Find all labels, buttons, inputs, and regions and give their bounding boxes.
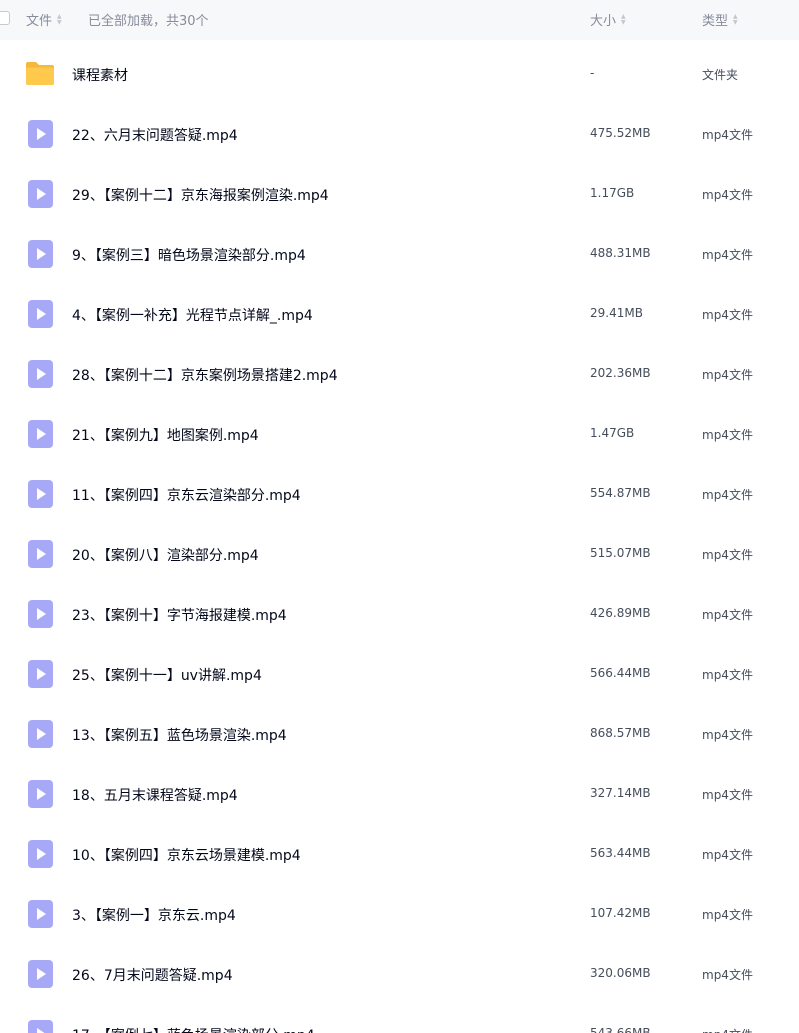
file-size: 202.36MB	[590, 366, 651, 380]
file-name[interactable]: 20、【案例八】渲染部分.mp4	[72, 545, 259, 565]
video-file-icon	[28, 900, 53, 928]
file-size: 563.44MB	[590, 846, 651, 860]
file-name[interactable]: 21、【案例九】地图案例.mp4	[72, 425, 259, 445]
file-name[interactable]: 4、【案例一补充】光程节点详解_.mp4	[72, 305, 313, 325]
file-name[interactable]: 18、五月末课程答疑.mp4	[72, 785, 238, 805]
file-type: mp4文件	[702, 848, 753, 862]
file-row[interactable]: 26、7月末问题答疑.mp4 320.06MB mp4文件	[0, 944, 799, 1004]
file-size: 1.47GB	[590, 426, 635, 440]
video-file-icon	[28, 960, 53, 988]
file-size: 475.52MB	[590, 126, 651, 140]
file-type: mp4文件	[702, 548, 753, 562]
column-header-type-label: 类型	[702, 14, 729, 29]
file-row[interactable]: 28、【案例十二】京东案例场景搭建2.mp4 202.36MB mp4文件	[0, 344, 799, 404]
column-header-type[interactable]: 类型 ▲ ▼	[702, 10, 738, 29]
file-row[interactable]: 22、六月末问题答疑.mp4 475.52MB mp4文件	[0, 104, 799, 164]
video-file-icon	[28, 780, 53, 808]
video-file-icon	[28, 360, 53, 388]
file-row[interactable]: 课程素材 - 文件夹	[0, 44, 799, 104]
file-name[interactable]: 29、【案例十二】京东海报案例渲染.mp4	[72, 185, 329, 205]
select-all-checkbox[interactable]	[0, 11, 10, 25]
file-row[interactable]: 10、【案例四】京东云场景建模.mp4 563.44MB mp4文件	[0, 824, 799, 884]
file-type: mp4文件	[702, 428, 753, 442]
file-type: 文件夹	[702, 68, 739, 82]
file-type: mp4文件	[702, 188, 753, 202]
video-file-icon	[28, 240, 53, 268]
sort-icon: ▲ ▼	[733, 12, 738, 26]
file-size: 868.57MB	[590, 726, 651, 740]
file-row[interactable]: 21、【案例九】地图案例.mp4 1.47GB mp4文件	[0, 404, 799, 464]
folder-icon	[25, 61, 55, 86]
file-size: 320.06MB	[590, 966, 651, 980]
file-name[interactable]: 22、六月末问题答疑.mp4	[72, 125, 238, 145]
file-type: mp4文件	[702, 668, 753, 682]
column-header-name[interactable]: 文件 ▲ ▼	[26, 10, 62, 29]
file-type: mp4文件	[702, 788, 753, 802]
file-type: mp4文件	[702, 608, 753, 622]
column-header-size-label: 大小	[590, 14, 617, 29]
file-type: mp4文件	[702, 488, 753, 502]
file-row[interactable]: 20、【案例八】渲染部分.mp4 515.07MB mp4文件	[0, 524, 799, 584]
video-file-icon	[28, 840, 53, 868]
file-name[interactable]: 26、7月末问题答疑.mp4	[72, 965, 233, 985]
column-header-size[interactable]: 大小 ▲ ▼	[590, 10, 626, 29]
file-name[interactable]: 23、【案例十】字节海报建模.mp4	[72, 605, 287, 625]
file-size: 488.31MB	[590, 246, 651, 260]
file-name[interactable]: 25、【案例十一】uv讲解.mp4	[72, 665, 262, 685]
video-file-icon	[28, 480, 53, 508]
video-file-icon	[28, 600, 53, 628]
file-row[interactable]: 18、五月末课程答疑.mp4 327.14MB mp4文件	[0, 764, 799, 824]
file-size: 543.66MB	[590, 1026, 651, 1033]
video-file-icon	[28, 420, 53, 448]
video-file-icon	[28, 540, 53, 568]
file-row[interactable]: 29、【案例十二】京东海报案例渲染.mp4 1.17GB mp4文件	[0, 164, 799, 224]
file-type: mp4文件	[702, 1026, 753, 1033]
file-row[interactable]: 3、【案例一】京东云.mp4 107.42MB mp4文件	[0, 884, 799, 944]
video-file-icon	[28, 180, 53, 208]
file-type: mp4文件	[702, 128, 753, 142]
file-type: mp4文件	[702, 908, 753, 922]
file-type: mp4文件	[702, 728, 753, 742]
file-name[interactable]: 9、【案例三】暗色场景渲染部分.mp4	[72, 245, 306, 265]
video-file-icon	[28, 300, 53, 328]
file-list-header: 文件 ▲ ▼ 已全部加载，共30个 大小 ▲ ▼ 类型 ▲ ▼	[0, 0, 799, 40]
file-name[interactable]: 10、【案例四】京东云场景建模.mp4	[72, 845, 301, 865]
sort-icon: ▲ ▼	[57, 12, 62, 26]
file-name[interactable]: 17、【案例七】蓝色场景渲染部分.mp4	[72, 1025, 315, 1033]
file-name[interactable]: 11、【案例四】京东云渲染部分.mp4	[72, 485, 301, 505]
file-type: mp4文件	[702, 308, 753, 322]
file-size: -	[590, 66, 595, 80]
file-size: 515.07MB	[590, 546, 651, 560]
file-size: 327.14MB	[590, 786, 651, 800]
file-type: mp4文件	[702, 368, 753, 382]
load-status-text: 已全部加载，共30个	[88, 14, 209, 29]
file-row[interactable]: 4、【案例一补充】光程节点详解_.mp4 29.41MB mp4文件	[0, 284, 799, 344]
file-type: mp4文件	[702, 968, 753, 982]
file-row[interactable]: 9、【案例三】暗色场景渲染部分.mp4 488.31MB mp4文件	[0, 224, 799, 284]
file-row[interactable]: 13、【案例五】蓝色场景渲染.mp4 868.57MB mp4文件	[0, 704, 799, 764]
file-type: mp4文件	[702, 248, 753, 262]
file-size: 29.41MB	[590, 306, 643, 320]
video-file-icon	[28, 660, 53, 688]
file-name[interactable]: 28、【案例十二】京东案例场景搭建2.mp4	[72, 365, 338, 385]
file-name[interactable]: 课程素材	[72, 65, 128, 85]
file-name[interactable]: 3、【案例一】京东云.mp4	[72, 905, 236, 925]
file-list-page: 文件 ▲ ▼ 已全部加载，共30个 大小 ▲ ▼ 类型 ▲ ▼ 课程素材 - 文件夹 22、…	[0, 0, 799, 1033]
file-size: 1.17GB	[590, 186, 635, 200]
file-name[interactable]: 13、【案例五】蓝色场景渲染.mp4	[72, 725, 287, 745]
video-file-icon	[28, 1020, 53, 1033]
column-header-name-label: 文件	[26, 14, 53, 29]
file-row[interactable]: 11、【案例四】京东云渲染部分.mp4 554.87MB mp4文件	[0, 464, 799, 524]
file-row[interactable]: 25、【案例十一】uv讲解.mp4 566.44MB mp4文件	[0, 644, 799, 704]
video-file-icon	[28, 120, 53, 148]
file-size: 566.44MB	[590, 666, 651, 680]
file-row[interactable]: 23、【案例十】字节海报建模.mp4 426.89MB mp4文件	[0, 584, 799, 644]
file-list: 课程素材 - 文件夹 22、六月末问题答疑.mp4 475.52MB mp4文件 29、【案…	[0, 44, 799, 1033]
file-size: 426.89MB	[590, 606, 651, 620]
file-size: 107.42MB	[590, 906, 651, 920]
file-size: 554.87MB	[590, 486, 651, 500]
file-row[interactable]: 17、【案例七】蓝色场景渲染部分.mp4 543.66MB mp4文件	[0, 1004, 799, 1033]
video-file-icon	[28, 720, 53, 748]
sort-icon: ▲ ▼	[621, 12, 626, 26]
